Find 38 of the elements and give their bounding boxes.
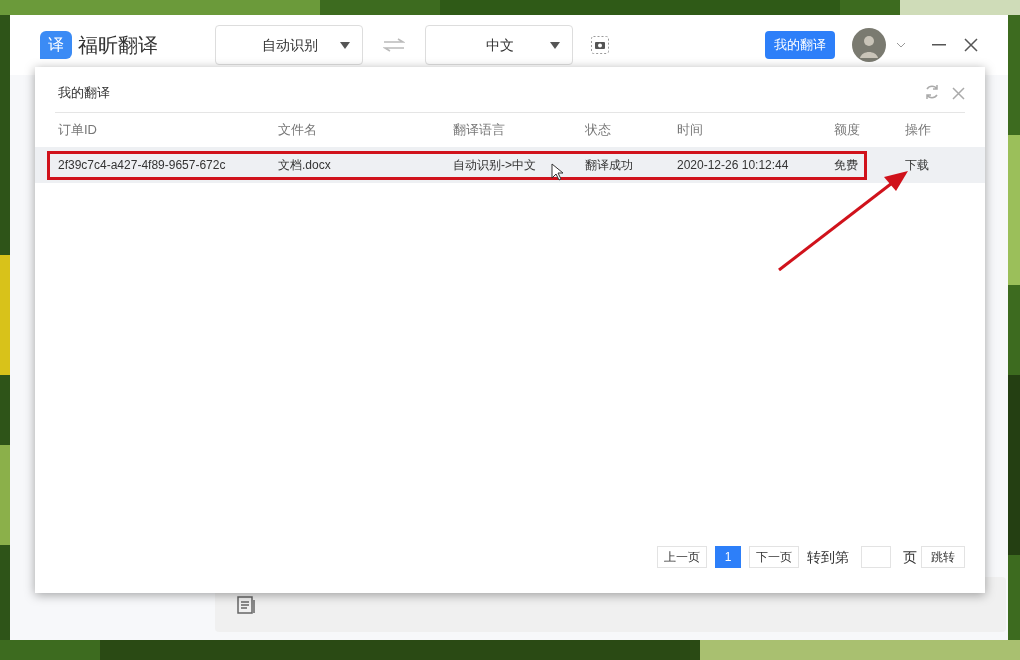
column-header: 订单ID (58, 121, 98, 140)
close-icon[interactable] (964, 38, 978, 52)
dialog-title: 我的翻译 (57, 83, 110, 102)
document-icon (237, 595, 257, 614)
app-name: 福昕翻译 (78, 33, 158, 58)
column-header: 翻译语言 (453, 121, 506, 140)
avatar[interactable] (852, 28, 886, 62)
go-to-label: 转到第 (807, 547, 849, 567)
page-number-field[interactable] (861, 546, 891, 568)
download-link[interactable]: 下载 (905, 156, 929, 174)
camera-icon[interactable] (591, 36, 609, 54)
swap-icon[interactable] (383, 38, 405, 52)
table-cell-text: 2f39c7c4-a427-4f89-9657-672c (58, 157, 226, 174)
column-header: 额度 (834, 121, 861, 140)
column-header: 文件名 (278, 121, 318, 140)
chevron-down-icon[interactable] (896, 42, 906, 48)
mouse-cursor-icon (551, 163, 563, 181)
column-header: 时间 (677, 121, 704, 140)
table-cell-text: 免费 (834, 157, 858, 174)
page-unit-label: 页 (903, 547, 917, 567)
table-cell-text: 2020-12-26 10:12:44 (677, 157, 789, 174)
target-language-dropdown[interactable]: 中文 (425, 25, 573, 65)
table-cell-text: 自动识别->中文 (453, 157, 536, 174)
table-cell-text: 翻译成功 (585, 157, 633, 174)
next-page-button[interactable]: 下一页 (749, 546, 799, 568)
previous-page-button[interactable]: 上一页 (657, 546, 707, 568)
jump-button[interactable]: 跳转 (921, 546, 965, 568)
caret-icon (340, 41, 350, 49)
page-button[interactable]: 1 (715, 546, 741, 568)
column-header: 操作 (905, 121, 932, 140)
logo-icon: 译 (40, 31, 72, 59)
source-language-dropdown[interactable]: 自动识别 (215, 25, 363, 65)
caret-icon (550, 41, 560, 49)
my-translations-button[interactable]: 我的翻译 (765, 31, 835, 59)
minimize-icon[interactable] (932, 44, 946, 46)
refresh-icon[interactable] (924, 84, 940, 100)
table-cell-text: 文档.docx (278, 157, 331, 174)
column-header: 状态 (585, 121, 612, 140)
